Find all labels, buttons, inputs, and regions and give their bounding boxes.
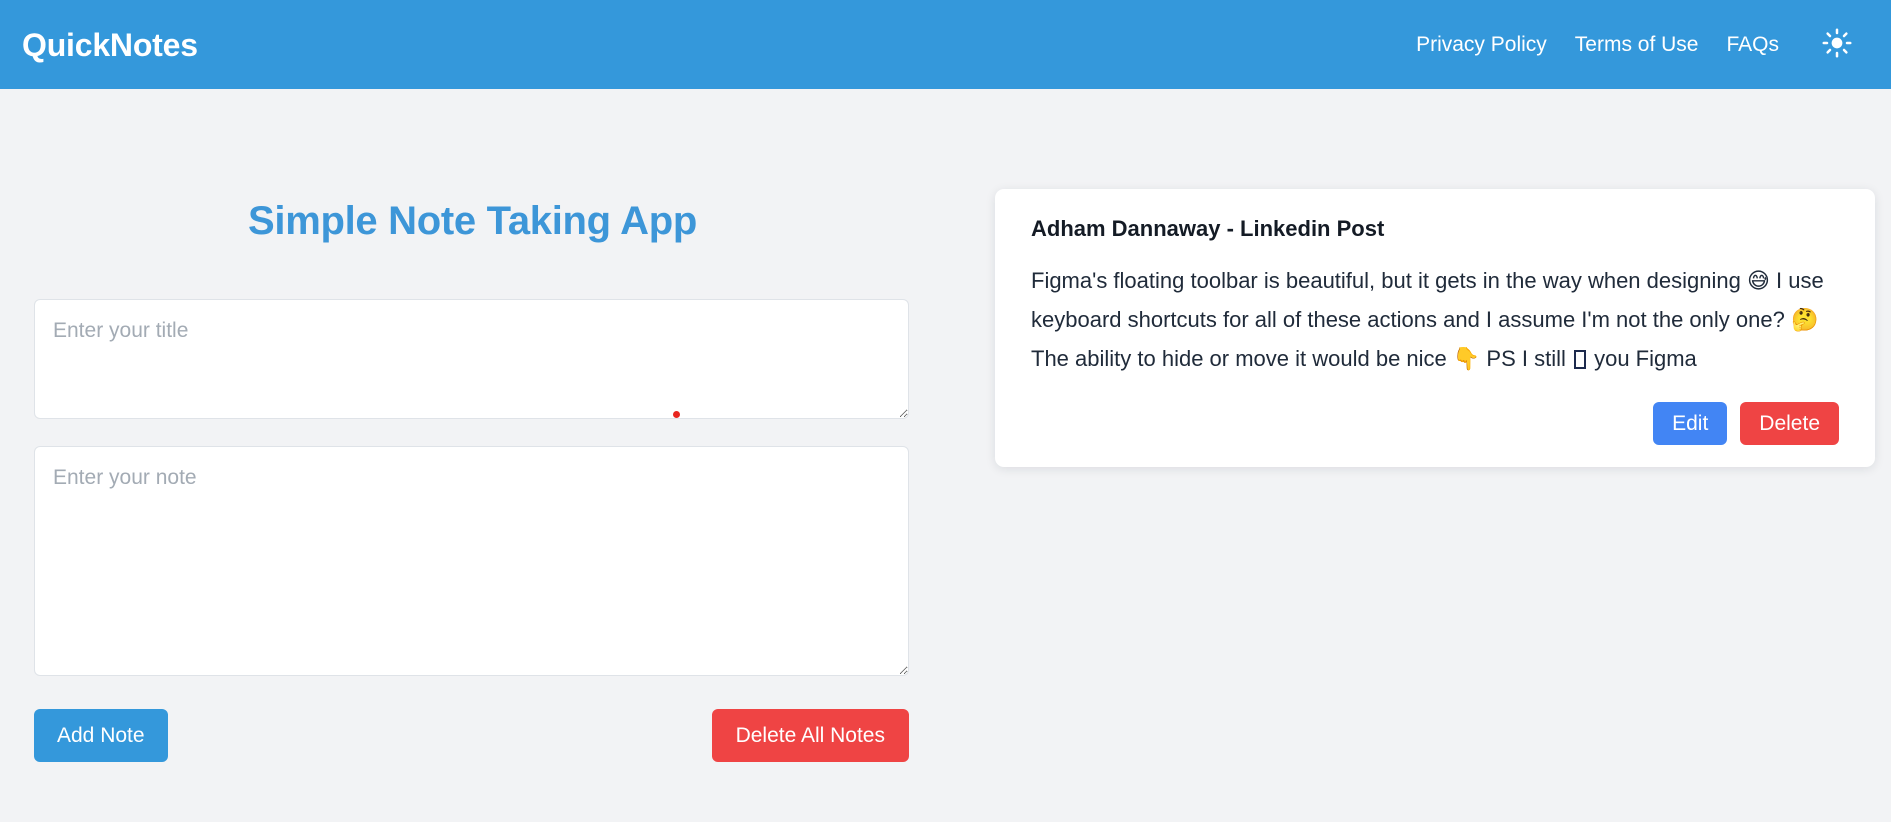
page-title: Simple Note Taking App (248, 199, 697, 243)
note-composer-pane: Simple Note Taking App Add Note Delete A… (0, 89, 945, 762)
note-body-input[interactable] (34, 446, 909, 676)
notes-list-pane: Adham Dannaway - Linkedin Post Figma's f… (945, 89, 1891, 468)
title-field-wrapper (34, 299, 911, 419)
nav-link-privacy-policy[interactable]: Privacy Policy (1416, 34, 1547, 55)
nav-link-terms-of-use[interactable]: Terms of Use (1575, 34, 1699, 55)
note-title-input[interactable] (34, 299, 909, 419)
delete-note-button[interactable]: Delete (1740, 402, 1839, 446)
nav-link-faqs[interactable]: FAQs (1726, 34, 1779, 55)
app-brand-logo: QuickNotes (22, 26, 198, 63)
delete-all-notes-button[interactable]: Delete All Notes (711, 709, 909, 762)
note-card-body: Figma's floating toolbar is beautiful, b… (1031, 261, 1839, 378)
theme-toggle-button[interactable] (1817, 25, 1857, 65)
header-nav: Privacy Policy Terms of Use FAQs (1416, 25, 1857, 65)
note-card-actions: Edit Delete (1031, 402, 1839, 446)
note-body-text-start: Figma's floating toolbar is beautiful, b… (1031, 267, 1824, 371)
add-note-button[interactable]: Add Note (34, 709, 168, 762)
missing-glyph-box (1573, 349, 1586, 369)
sun-icon (1822, 28, 1852, 61)
note-body-text-end: you Figma (1587, 345, 1697, 371)
app-header: QuickNotes Privacy Policy Terms of Use F… (0, 0, 1891, 89)
composer-button-row: Add Note Delete All Notes (34, 709, 909, 762)
note-card-title: Adham Dannaway - Linkedin Post (1031, 216, 1385, 241)
main-content: Simple Note Taking App Add Note Delete A… (0, 89, 1891, 762)
edit-note-button[interactable]: Edit (1653, 402, 1728, 446)
note-card: Adham Dannaway - Linkedin Post Figma's f… (995, 189, 1875, 468)
